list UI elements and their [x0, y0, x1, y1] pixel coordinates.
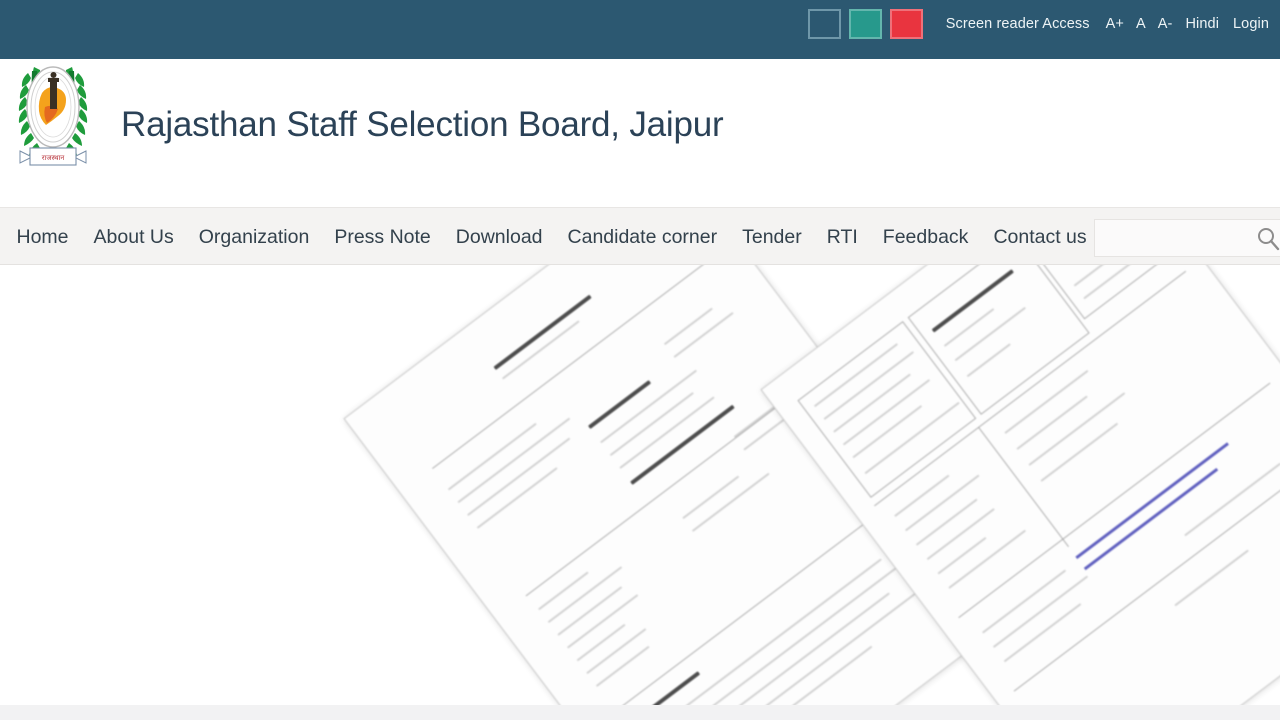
theme-swatch-teal[interactable] [848, 9, 882, 39]
nav-item-contact-us[interactable]: Contact us [981, 208, 1099, 266]
theme-swatch-red[interactable] [889, 9, 923, 39]
nav-item-candidate-corner[interactable]: Candidate corner [555, 208, 730, 266]
top-utility-bar: Screen reader Access A+ A A- Hindi Login [0, 0, 1280, 59]
search-input[interactable] [1095, 220, 1253, 256]
svg-text:राजस्थान: राजस्थान [42, 155, 65, 162]
rajasthan-government-emblem: राजस्थान [12, 43, 94, 171]
theme-swatch-dark[interactable] [807, 9, 841, 39]
screen-reader-access-link[interactable]: Screen reader Access [939, 9, 1100, 39]
document-hyperlink [1075, 442, 1229, 560]
nav-item-rti[interactable]: RTI [814, 208, 870, 266]
search-box[interactable] [1094, 219, 1280, 257]
nav-items: Home About Us Organization Press Note Do… [0, 208, 1099, 266]
masthead: राजस्थान Rajasthan Staff Selection Board… [0, 59, 1280, 207]
nav-item-tender[interactable]: Tender [730, 208, 815, 266]
nav-item-download[interactable]: Download [443, 208, 555, 266]
nav-item-about-us[interactable]: About Us [81, 208, 186, 266]
nav-item-feedback[interactable]: Feedback [870, 208, 981, 266]
top-utility-bar-items: Screen reader Access A+ A A- Hindi Login [807, 9, 1276, 39]
font-normal-button[interactable]: A [1130, 9, 1152, 39]
search-icon[interactable] [1255, 225, 1280, 251]
theme-color-swatches [807, 9, 923, 39]
language-toggle-hindi[interactable]: Hindi [1178, 9, 1226, 39]
font-increase-button[interactable]: A+ [1100, 9, 1130, 39]
font-decrease-button[interactable]: A- [1152, 9, 1179, 39]
nav-item-organization[interactable]: Organization [186, 208, 322, 266]
main-navigation: Home About Us Organization Press Note Do… [0, 207, 1280, 265]
nav-item-home[interactable]: Home [4, 208, 81, 266]
login-link[interactable]: Login [1226, 9, 1276, 39]
page-title: Rajasthan Staff Selection Board, Jaipur [121, 105, 724, 144]
hero-section: Admit Card [0, 265, 1280, 705]
page-bottom-strip [0, 705, 1280, 720]
nav-item-press-note[interactable]: Press Note [322, 208, 443, 266]
